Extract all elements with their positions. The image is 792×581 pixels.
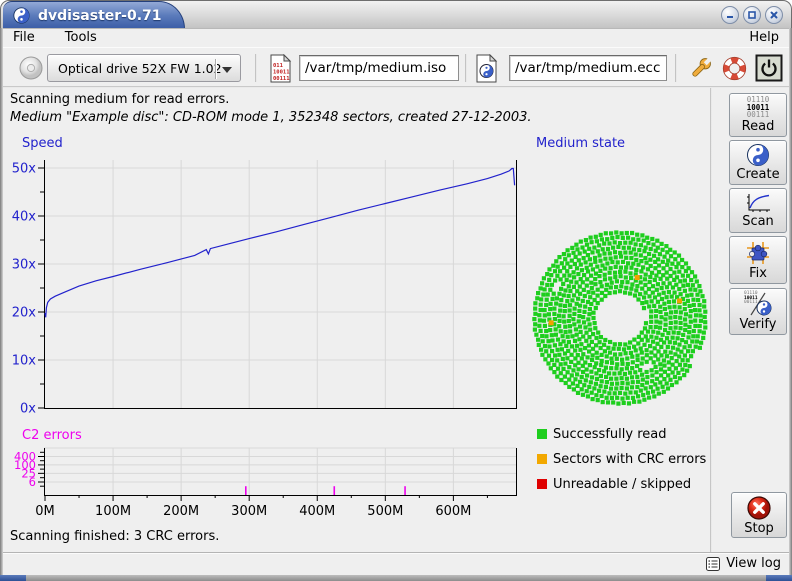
app-yin-yang-icon <box>13 7 30 24</box>
scan-button-label: Scan <box>742 214 774 229</box>
fix-button[interactable]: Fix <box>729 236 787 284</box>
menubar: File Tools Help <box>1 28 791 48</box>
verify-button-label: Verify <box>740 317 777 332</box>
create-button-label: Create <box>736 167 779 182</box>
window-bottom-border <box>0 575 792 581</box>
svg-text:50x: 50x <box>12 162 37 177</box>
orange-square-icon <box>537 454 547 464</box>
menu-file[interactable]: File <box>11 29 37 46</box>
ecc-file-icon <box>475 48 498 88</box>
iso-path-input[interactable] <box>299 55 459 81</box>
svg-text:00111: 00111 <box>273 76 290 82</box>
create-yin-yang-icon <box>746 143 770 167</box>
verify-icon: 01110 10011 00111 <box>743 291 773 317</box>
legend-item-ok: Successfully read <box>537 427 666 441</box>
svg-text:20x: 20x <box>12 306 37 321</box>
legend-item-crc: Sectors with CRC errors <box>537 452 706 466</box>
svg-text:30x: 30x <box>12 258 37 273</box>
toolbar: Optical drive 52X FW 1.02 011 10011 0011… <box>1 48 791 88</box>
maximize-button[interactable] <box>743 6 761 24</box>
optical-disc-icon <box>17 48 45 88</box>
view-log-icon <box>705 556 721 572</box>
drive-select-value: Optical drive 52X FW 1.02 <box>58 61 222 76</box>
green-square-icon <box>537 429 547 439</box>
stop-icon <box>746 495 772 521</box>
scan-curve-icon <box>745 192 771 214</box>
svg-text:400: 400 <box>14 450 36 464</box>
iso-file-icon: 011 10011 00111 <box>269 48 292 88</box>
ecc-path-input[interactable] <box>509 55 667 81</box>
legend-item-unreadable: Unreadable / skipped <box>537 477 691 491</box>
read-button[interactable]: 01110 10011 00111 Read <box>729 93 787 137</box>
svg-text:500M: 500M <box>367 504 403 519</box>
svg-text:0M: 0M <box>35 504 55 519</box>
window-title: dvdisaster-0.71 <box>38 8 162 24</box>
svg-text:300M: 300M <box>231 504 267 519</box>
red-square-icon <box>537 479 547 489</box>
preferences-wrench-button[interactable] <box>687 48 714 88</box>
app-window: dvdisaster-0.71 File Tools Help <box>0 0 792 581</box>
svg-text:011: 011 <box>273 63 284 69</box>
svg-text:100M: 100M <box>95 504 131 519</box>
svg-text:600M: 600M <box>435 504 471 519</box>
read-button-label: Read <box>742 119 775 134</box>
medium-state-disc-map <box>531 229 711 409</box>
verify-button[interactable]: 01110 10011 00111 Verify <box>729 288 787 335</box>
drive-select-dropdown[interactable]: Optical drive 52X FW 1.02 <box>47 54 241 82</box>
svg-text:0x: 0x <box>20 402 36 417</box>
titlebar: dvdisaster-0.71 <box>0 0 792 28</box>
chevron-down-icon <box>222 67 232 73</box>
power-exit-button[interactable] <box>755 48 783 88</box>
stop-button-label: Stop <box>744 521 774 536</box>
stop-button[interactable]: Stop <box>731 492 787 538</box>
fix-puzzle-icon <box>745 240 771 266</box>
minimize-button[interactable] <box>721 6 739 24</box>
help-lifebelt-button[interactable] <box>721 48 748 88</box>
menu-tools[interactable]: Tools <box>63 29 99 46</box>
fix-button-label: Fix <box>749 266 767 281</box>
scan-button[interactable]: Scan <box>729 188 787 233</box>
close-button[interactable] <box>765 6 783 24</box>
create-button[interactable]: Create <box>729 140 787 185</box>
svg-text:40x: 40x <box>12 210 37 225</box>
main-content: Scanning medium for read errors. Medium … <box>1 88 791 552</box>
view-log-button[interactable]: View log <box>726 556 781 571</box>
svg-text:10x: 10x <box>12 354 37 369</box>
svg-text:10011: 10011 <box>273 69 290 75</box>
read-binary-icon: 01110 10011 00111 <box>747 96 770 119</box>
menu-help[interactable]: Help <box>747 29 781 46</box>
svg-text:400M: 400M <box>299 504 335 519</box>
footer-bar: View log <box>1 552 791 575</box>
finished-status: Scanning finished: 3 CRC errors. <box>10 529 219 544</box>
titlebar-tab: dvdisaster-0.71 <box>3 1 185 29</box>
svg-text:200M: 200M <box>163 504 199 519</box>
